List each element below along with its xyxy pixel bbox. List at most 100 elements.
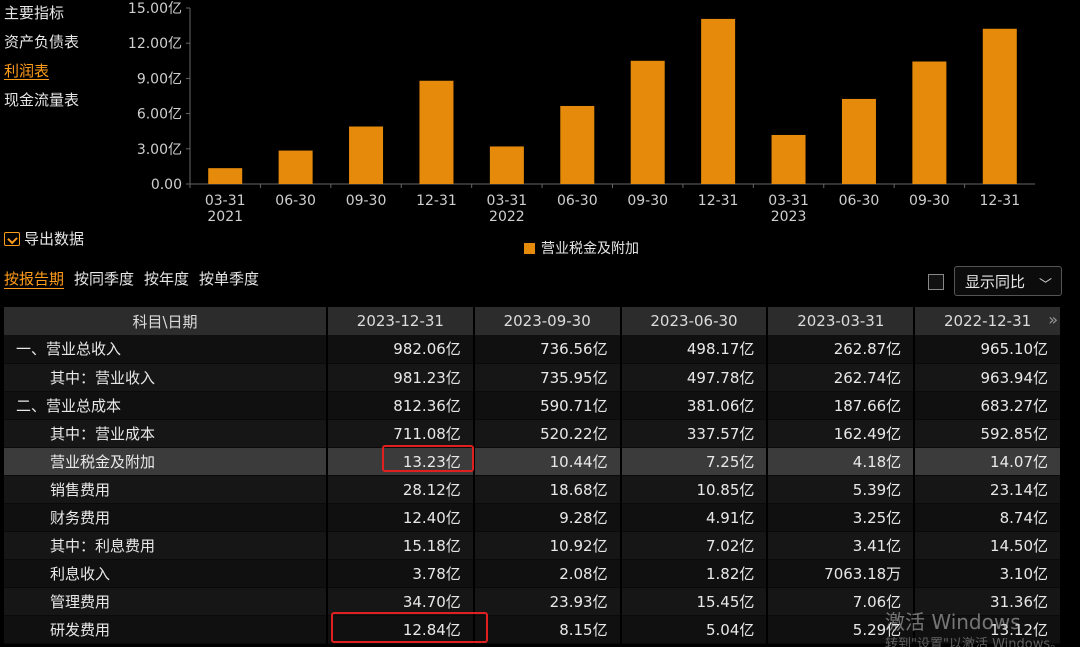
table-row[interactable]: 其中：营业成本 711.08亿 520.22亿 337.57亿 162.49亿 592.8… [4,419,1062,448]
x-tick-label: 03-31 [487,193,528,209]
row-label: 其中：营业成本 [4,419,328,448]
row-value: 711.08亿 [327,419,475,448]
table-row[interactable]: 其中：利息费用 15.18亿 10.92亿 7.02亿 3.41亿 14.50亿 [4,531,1062,560]
row-value: 381.06亿 [620,391,769,420]
table-row[interactable]: 管理费用 34.70亿 23.93亿 15.45亿 7.06亿 31.36亿 [4,587,1062,616]
row-value: 262.74亿 [767,363,916,392]
row-value: 4.18亿 [767,447,916,476]
row-value: 262.87亿 [767,335,916,364]
x-tick-label: 03-31 [205,193,246,209]
row-value: 520.22亿 [473,419,622,448]
row-label: 销售费用 [4,475,328,504]
tab-by-report-period[interactable]: 按报告期 [4,268,64,289]
row-value: 963.94亿 [914,363,1062,392]
table-row[interactable]: 财务费用 12.40亿 9.28亿 4.91亿 3.25亿 8.74亿 [4,503,1062,532]
chart-bar[interactable] [208,168,243,184]
row-label: 利息收入 [4,559,328,588]
row-label: 营业税金及附加 [4,447,328,476]
annotation-box-tax [382,445,474,472]
y-tick-label: 0.00 [151,177,182,193]
tax-surcharge-bar-chart: 0.003.00亿6.00亿9.00亿12.00亿15.00亿03-312021… [128,1,1035,225]
x-tick-label: 06-30 [839,193,880,209]
x-tick-label: 06-30 [275,193,316,209]
row-value: 5.04亿 [620,615,769,644]
chart-bar[interactable] [419,80,454,184]
export-data-button[interactable]: 导出数据 [4,228,84,249]
row-label: 一、营业总收入 [4,335,328,364]
chart-bar[interactable] [630,60,665,184]
row-value: 8.15亿 [473,615,622,644]
chart-bar[interactable] [349,126,384,184]
tab-by-same-quarter[interactable]: 按同季度 [74,268,134,289]
row-value: 7.02亿 [620,531,769,560]
period-tabs: 按报告期 按同季度 按年度 按单季度 [4,268,259,289]
chart-bar[interactable] [560,105,595,184]
table-row[interactable]: 其中：营业收入 981.23亿 735.95亿 497.78亿 262.74亿 963.9… [4,363,1062,392]
double-chevron-right-icon[interactable]: » [1048,310,1058,329]
table-row[interactable]: 研发费用 12.84亿 8.15亿 5.04亿 5.29亿 13.12亿 [4,615,1062,644]
row-value: 12.40亿 [327,503,475,532]
row-value: 31.36亿 [914,587,1062,616]
table-body: 一、营业总收入 982.06亿 736.56亿 498.17亿 262.87亿 965.1… [4,335,1062,644]
table-row[interactable]: 利息收入 3.78亿 2.08亿 1.82亿 7063.18万 3.10亿 [4,559,1062,588]
chart-bar[interactable] [982,28,1017,184]
tab-by-year[interactable]: 按年度 [144,268,189,289]
row-value: 13.12亿 [914,615,1062,644]
header-date[interactable]: 2022-12-31 [914,307,1062,335]
y-tick-label: 6.00亿 [137,107,182,123]
row-value: 3.25亿 [767,503,916,532]
chart-bar[interactable] [278,150,313,184]
row-value: 14.50亿 [914,531,1062,560]
row-value: 5.29亿 [767,615,916,644]
header-date[interactable]: 2023-12-31 [327,307,475,335]
yoy-checkbox[interactable] [928,274,944,290]
row-value: 15.18亿 [327,531,475,560]
row-label: 管理费用 [4,587,328,616]
row-value: 28.12亿 [327,475,475,504]
row-label: 二、营业总成本 [4,391,328,420]
row-value: 497.78亿 [620,363,769,392]
yoy-dropdown[interactable]: 显示同比 ﹀ [954,266,1062,296]
chart-bar[interactable] [841,98,876,184]
tab-by-single-quarter[interactable]: 按单季度 [199,268,259,289]
row-value: 23.93亿 [473,587,622,616]
header-date[interactable]: 2023-09-30 [473,307,622,335]
y-tick-label: 12.00亿 [128,36,182,52]
row-value: 10.44亿 [473,447,622,476]
x-tick-label: 09-30 [909,193,950,209]
chart-bar[interactable] [912,61,947,185]
chart-bar[interactable] [771,134,806,184]
row-value: 683.27亿 [914,391,1062,420]
x-tick-label: 12-31 [979,193,1020,209]
x-tick-label: 12-31 [698,193,739,209]
row-value: 4.91亿 [620,503,769,532]
x-tick-label: 03-31 [768,193,809,209]
row-value: 7063.18万 [767,559,916,588]
chart-bar[interactable] [701,18,736,184]
row-value: 981.23亿 [327,363,475,392]
row-label: 其中：利息费用 [4,531,328,560]
row-value: 337.57亿 [620,419,769,448]
row-value: 812.36亿 [327,391,475,420]
header-date[interactable]: 2023-06-30 [620,307,769,335]
row-value: 498.17亿 [620,335,769,364]
chart-bar[interactable] [489,146,524,184]
table-row[interactable]: 营业税金及附加 13.23亿 10.44亿 7.25亿 4.18亿 14.07亿 [4,447,1062,476]
x-tick-label: 09-30 [627,193,668,209]
x-tick-label: 2023 [771,209,807,225]
row-value: 3.41亿 [767,531,916,560]
legend-swatch [524,242,535,254]
x-tick-label: 2022 [489,209,525,225]
table-row[interactable]: 一、营业总收入 982.06亿 736.56亿 498.17亿 262.87亿 965.1… [4,335,1062,364]
row-value: 162.49亿 [767,419,916,448]
row-value: 736.56亿 [473,335,622,364]
row-value: 590.71亿 [473,391,622,420]
row-value: 7.25亿 [620,447,769,476]
income-statement-table: 科目\日期 2023-12-31 2023-09-30 2023-06-30 2… [4,307,1062,644]
x-tick-label: 06-30 [557,193,598,209]
row-value: 1.82亿 [620,559,769,588]
header-date[interactable]: 2023-03-31 [767,307,916,335]
table-row[interactable]: 二、营业总成本 812.36亿 590.71亿 381.06亿 187.66亿 683.2… [4,391,1062,420]
row-value: 18.68亿 [473,475,622,504]
table-row[interactable]: 销售费用 28.12亿 18.68亿 10.85亿 5.39亿 23.14亿 [4,475,1062,504]
